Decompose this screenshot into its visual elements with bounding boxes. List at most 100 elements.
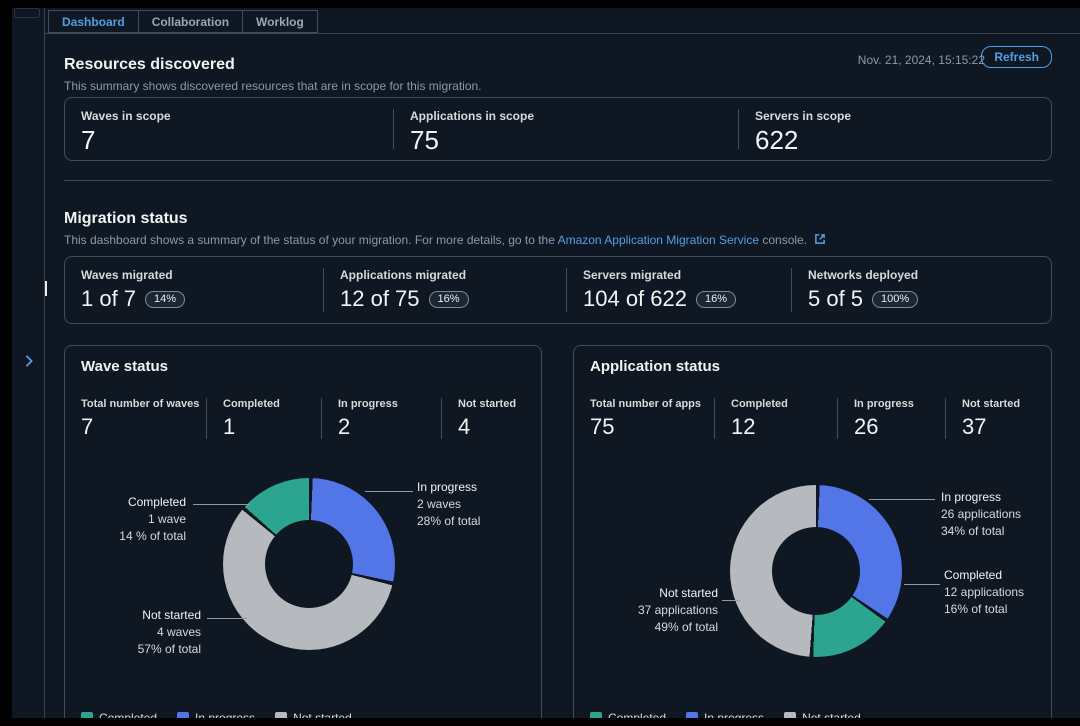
collapsed-side-nav — [12, 8, 45, 718]
callout-line: 12 applications — [944, 584, 1064, 601]
stat-value: 75 — [410, 125, 738, 155]
callout-line: 34% of total — [941, 523, 1061, 540]
wave-stat-completed: Completed 1 — [206, 398, 321, 439]
callout-line: 4 waves — [91, 624, 201, 641]
callout-completed: Completed 1 wave 14 % of total — [76, 494, 186, 545]
callout-completed: Completed 12 applications 16% of total — [944, 567, 1064, 618]
legend-item-in-progress[interactable]: In progress — [686, 711, 764, 718]
callout-not-started: Not started 37 applications 49% of total — [608, 585, 718, 636]
callout-line: In progress — [941, 489, 1061, 506]
legend-label: Completed — [99, 711, 157, 718]
callout-line: 37 applications — [608, 602, 718, 619]
stat-value: 5 of 5 — [808, 284, 863, 314]
callout-line: 14 % of total — [76, 528, 186, 545]
tab-bar-divider — [45, 33, 1080, 34]
resources-stats-panel: Waves in scope 7 Applications in scope 7… — [64, 97, 1052, 161]
app-stat-not-started: Not started 37 — [945, 398, 1035, 439]
legend-swatch-in-progress — [177, 712, 189, 718]
wave-chart-legend: Completed In progress Not started — [81, 711, 352, 718]
app-stat-completed: Completed 12 — [714, 398, 837, 439]
legend-item-completed[interactable]: Completed — [590, 711, 666, 718]
legend-label: Not started — [293, 711, 352, 718]
wave-stat-in-progress: In progress 2 — [321, 398, 441, 439]
stat-value: 75 — [590, 415, 714, 439]
refresh-button[interactable]: Refresh — [981, 46, 1052, 68]
callout-line: 28% of total — [417, 513, 537, 530]
tab-dashboard[interactable]: Dashboard — [48, 10, 139, 33]
stat-value: 12 of 75 — [340, 284, 420, 314]
callout-line: 16% of total — [944, 601, 1064, 618]
callout-line: In progress — [417, 479, 537, 496]
app-stat-total: Total number of apps 75 — [590, 398, 714, 439]
stat-value: 104 of 622 — [583, 284, 687, 314]
app-window: Dashboard Collaboration Worklog Resource… — [12, 8, 1080, 718]
amazon-application-migration-service-link[interactable]: Amazon Application Migration Service — [558, 233, 759, 247]
leader-line — [722, 600, 740, 601]
callout-in-progress: In progress 26 applications 34% of total — [941, 489, 1061, 540]
migration-description-text: This dashboard shows a summary of the st… — [64, 233, 555, 247]
application-chart-legend: Completed In progress Not started — [590, 711, 861, 718]
tab-bar: Dashboard Collaboration Worklog — [48, 10, 318, 33]
migration-stats-panel: Waves migrated 1 of 7 14% Applications m… — [64, 256, 1052, 324]
legend-label: In progress — [195, 711, 255, 718]
stat-value: 1 — [223, 415, 321, 439]
stat-servers-migrated: Servers migrated 104 of 622 16% — [566, 268, 791, 312]
stat-value: 4 — [458, 415, 525, 439]
application-status-donut-chart[interactable] — [730, 485, 902, 657]
stat-label: Servers in scope — [755, 109, 1051, 123]
stat-value: 7 — [81, 125, 393, 155]
callout-line: 26 applications — [941, 506, 1061, 523]
wave-status-card: Wave status Total number of waves 7 Comp… — [64, 345, 542, 718]
legend-item-completed[interactable]: Completed — [81, 711, 157, 718]
callout-line: 57% of total — [91, 641, 201, 658]
legend-swatch-completed — [590, 712, 602, 718]
migration-section-description: This dashboard shows a summary of the st… — [64, 233, 826, 248]
stat-waves-migrated: Waves migrated 1 of 7 14% — [65, 268, 323, 312]
stat-label: Not started — [458, 398, 525, 410]
migration-section-title: Migration status — [64, 210, 188, 228]
callout-line: 2 waves — [417, 496, 537, 513]
stat-label: Networks deployed — [808, 268, 1051, 282]
percentage-badge: 16% — [429, 291, 469, 308]
stat-applications-in-scope: Applications in scope 75 — [393, 109, 738, 149]
stat-value: 7 — [81, 415, 206, 439]
leader-line — [207, 618, 247, 619]
legend-item-in-progress[interactable]: In progress — [177, 711, 255, 718]
legend-item-not-started[interactable]: Not started — [275, 711, 352, 718]
callout-line: Completed — [76, 494, 186, 511]
tab-worklog[interactable]: Worklog — [243, 10, 318, 33]
stat-value: 622 — [755, 125, 1051, 155]
application-status-stats-row: Total number of apps 75 Completed 12 In … — [590, 398, 1035, 439]
stat-label: In progress — [854, 398, 945, 410]
stat-label: Applications migrated — [340, 268, 566, 282]
screen: Dashboard Collaboration Worklog Resource… — [0, 0, 1080, 726]
leader-line — [904, 584, 940, 585]
open-side-nav-button[interactable] — [17, 349, 41, 373]
migration-description-suffix: console. — [762, 233, 807, 247]
external-link-icon[interactable] — [814, 233, 826, 245]
legend-swatch-in-progress — [686, 712, 698, 718]
tab-collaboration[interactable]: Collaboration — [139, 10, 243, 33]
stat-value: 37 — [962, 415, 1035, 439]
stat-networks-deployed: Networks deployed 5 of 5 100% — [791, 268, 1051, 312]
callout-not-started: Not started 4 waves 57% of total — [91, 607, 201, 658]
stat-label: Completed — [223, 398, 321, 410]
last-refreshed-timestamp: Nov. 21, 2024, 15:15:22 — [858, 53, 985, 67]
legend-item-not-started[interactable]: Not started — [784, 711, 861, 718]
stat-value: 26 — [854, 415, 945, 439]
wave-status-stats-row: Total number of waves 7 Completed 1 In p… — [81, 398, 525, 439]
stat-applications-migrated: Applications migrated 12 of 75 16% — [323, 268, 566, 312]
callout-line: Not started — [91, 607, 201, 624]
stat-value: 2 — [338, 415, 441, 439]
stat-label: Not started — [962, 398, 1035, 410]
legend-swatch-completed — [81, 712, 93, 718]
callout-line: 1 wave — [76, 511, 186, 528]
wave-status-card-title: Wave status — [81, 358, 168, 375]
stat-label: Completed — [731, 398, 837, 410]
percentage-badge: 100% — [872, 291, 918, 308]
app-stat-in-progress: In progress 26 — [837, 398, 945, 439]
percentage-badge: 16% — [696, 291, 736, 308]
callout-in-progress: In progress 2 waves 28% of total — [417, 479, 537, 530]
resources-section-description: This summary shows discovered resources … — [64, 79, 482, 94]
side-nav-header-stub — [14, 8, 40, 18]
